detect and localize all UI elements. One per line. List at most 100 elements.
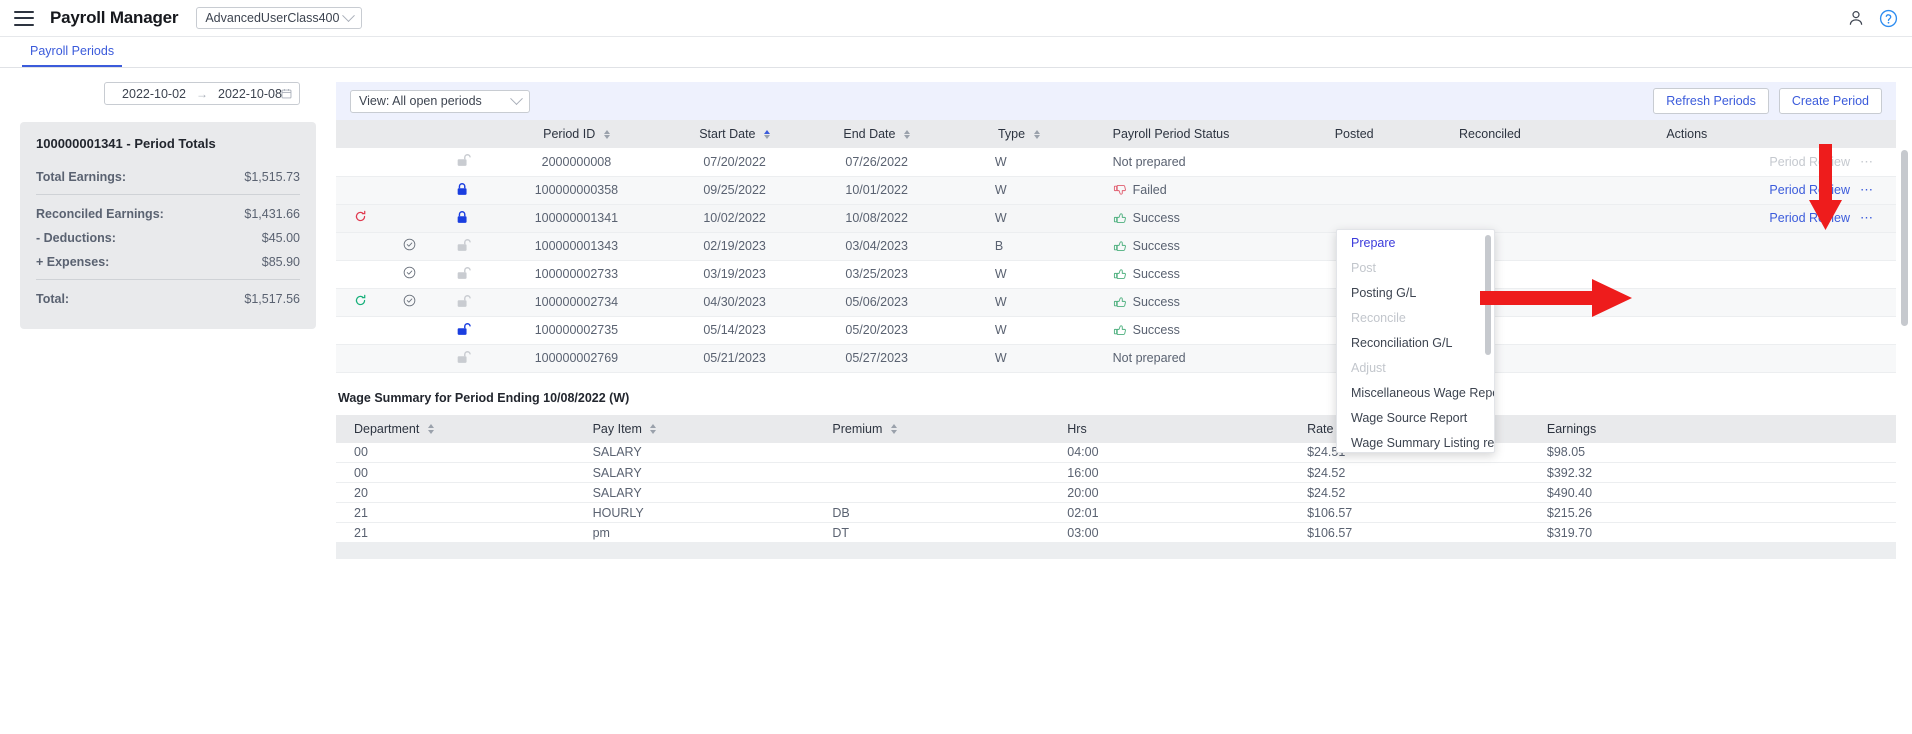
cell-earnings: $319.70 [1546,525,1593,540]
divider [36,279,300,280]
table-row[interactable]: 20 SALARY 20:00 $24.52 $490.40 [336,482,1896,503]
unlock-icon [457,322,471,335]
menu-item-wage-source-report[interactable]: Wage Source Report [1337,405,1494,430]
cell-earnings: $490.40 [1546,485,1593,500]
col-type[interactable]: Type [946,120,1091,148]
cell-reconciled [1453,204,1608,232]
main-body: 2022-10-02 → 2022-10-08 100000001341 - P… [0,68,1912,734]
cell-lock[interactable] [435,148,490,176]
col-period-id[interactable]: Period ID [490,120,663,148]
table-row[interactable]: 21 pm DT 03:00 $106.57 $319.70 [336,522,1896,543]
sort-icon [650,424,657,434]
row-actions-menu-button[interactable]: ⋯ [1860,182,1874,198]
hamburger-icon[interactable] [14,10,34,26]
cell-lock[interactable] [435,344,490,372]
menu-item-posting-g-l[interactable]: Posting G/L [1337,280,1494,305]
cell-lock[interactable] [435,316,490,344]
person-icon[interactable] [1847,9,1865,27]
table-row[interactable]: 100000000358 09/25/2022 10/01/2022 W Failed P… [336,176,1896,204]
cell-check [384,176,435,204]
total-earnings-label: Total Earnings: [36,170,127,184]
date-range-picker[interactable]: 2022-10-02 → 2022-10-08 [104,82,300,105]
periods-table-body: 2000000008 07/20/2022 07/26/2022 W Not prepa… [336,148,1896,372]
cell-end-date: 05/06/2023 [845,295,908,309]
cell-lock[interactable] [435,176,490,204]
col-end-date[interactable]: End Date [806,120,947,148]
unlock-icon [457,350,471,363]
table-row[interactable]: 2000000008 07/20/2022 07/26/2022 W Not prepa… [336,148,1896,176]
table-row[interactable]: 100000002735 05/14/2023 05/20/2023 W Success [336,316,1896,344]
menu-item-prepare[interactable]: Prepare [1337,230,1494,255]
table-row[interactable]: 100000002734 04/30/2023 05/06/2023 W Success… [336,288,1896,316]
periods-table-scrollbar[interactable] [1901,150,1908,326]
menu-item-wage-summary-listing-report[interactable]: Wage Summary Listing report [1337,430,1494,452]
actions-menu-scrollbar[interactable] [1485,235,1491,355]
period-review-link[interactable]: Period Review [1769,211,1850,225]
thumbs-up-icon [1113,241,1126,251]
cell-type: W [994,323,1007,337]
cell-rate: $106.57 [1307,505,1353,520]
retry-icon[interactable] [354,210,367,223]
col-department-label: Department [354,421,420,436]
cell-actions: Period Review ⋯ [1608,204,1896,232]
retry-icon[interactable] [354,294,367,307]
col-department[interactable]: Department [336,414,575,443]
view-filter-select[interactable]: View: All open periods [350,89,530,113]
col-end-date-label: End Date [843,127,896,141]
deductions-label: - Deductions: [36,231,116,245]
tab-payroll-periods[interactable]: Payroll Periods [22,44,123,67]
total-label: Total: [36,292,70,306]
top-bar-actions [1847,9,1898,28]
cell-retry [336,204,384,232]
table-row[interactable]: 100000001341 10/02/2022 10/08/2022 W Success… [336,204,1896,232]
col-start-date[interactable]: Start Date [662,120,807,148]
col-pay-item[interactable]: Pay Item [574,414,815,443]
col-lock [434,120,491,148]
cell-posted [1321,176,1453,204]
col-posted-label: Posted [1334,127,1374,141]
cell-lock[interactable] [435,288,490,316]
refresh-periods-button[interactable]: Refresh Periods [1653,88,1769,114]
cell-retry [336,344,384,372]
create-period-button[interactable]: Create Period [1778,88,1882,114]
menu-item-post: Post [1351,260,1377,275]
periods-table: Period ID Start Date End Date Type Payro… [336,120,1896,373]
check-circle-icon[interactable] [403,238,416,251]
row-actions-menu-button[interactable]: ⋯ [1860,210,1874,226]
col-earnings: Earnings [1528,414,1896,443]
col-period-id-label: Period ID [543,127,596,141]
status-badge: Failed [1132,183,1167,197]
menu-item-miscellaneous-wage-report[interactable]: Miscellaneous Wage Report [1337,380,1494,405]
cell-lock[interactable] [435,232,490,260]
period-review-link[interactable]: Period Review [1769,183,1850,197]
cell-start-date: 10/02/2022 [703,211,766,225]
total-row: Total: $1,517.56 [36,287,300,311]
cell-check [384,316,435,344]
cell-start-date: 09/25/2022 [703,183,766,197]
menu-item-reconciliation-g-l[interactable]: Reconciliation G/L [1337,330,1494,355]
table-row[interactable]: 100000001343 02/19/2023 03/04/2023 B Success [336,232,1896,260]
cell-posted [1321,204,1453,232]
row-actions-menu-button: ⋯ [1860,153,1874,169]
status-badge: Not prepared [1112,351,1186,365]
cell-end-date: 10/08/2022 [845,211,908,225]
table-row[interactable]: 00 SALARY 04:00 $24.51 $98.05 [336,442,1896,463]
cell-type: B [994,239,1004,253]
check-circle-icon[interactable] [403,294,416,307]
sort-icon [603,129,610,140]
cell-actions [1608,288,1896,316]
table-row[interactable]: 100000002769 05/21/2023 05/27/2023 W Not pre… [336,344,1896,372]
table-row[interactable]: 100000002733 03/19/2023 03/25/2023 W Success [336,260,1896,288]
help-circle-icon[interactable] [1879,9,1898,28]
period-totals-card: 100000001341 - Period Totals Total Earni… [20,122,316,329]
check-circle-icon[interactable] [403,266,416,279]
table-row[interactable]: 21 HOURLY DB 02:01 $106.57 $215.26 [336,502,1896,523]
user-class-select[interactable]: AdvancedUserClass400 [196,7,363,29]
col-premium[interactable]: Premium [814,414,1050,443]
col-actions-label: Actions [1666,127,1708,141]
actions-dropdown-menu: Prepare Post Posting G/L Reconcile Reconcili… [1336,229,1495,453]
table-row[interactable]: 00 SALARY 16:00 $24.52 $392.32 [336,462,1896,483]
cell-lock[interactable] [435,260,490,288]
cell-check [384,148,435,176]
cell-lock[interactable] [435,204,490,232]
